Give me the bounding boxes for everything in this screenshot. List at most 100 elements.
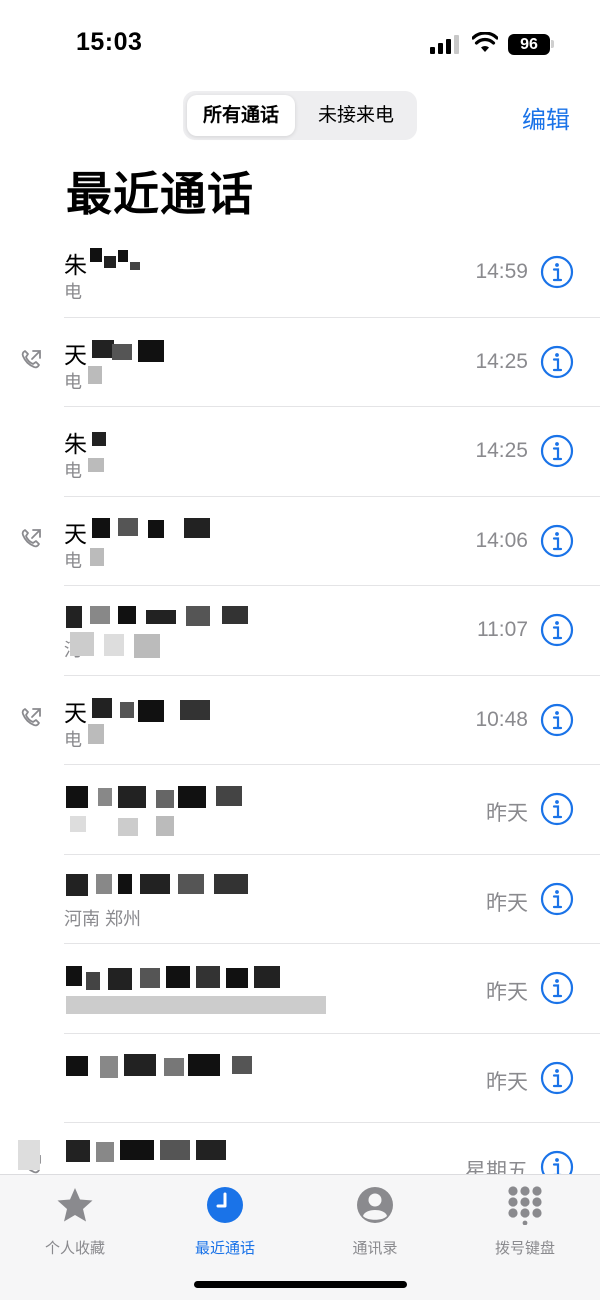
info-icon[interactable]	[540, 792, 574, 826]
redaction-block	[66, 1056, 88, 1076]
tab-contacts-label: 通讯录	[352, 1240, 398, 1257]
call-time: 10:48	[475, 707, 528, 731]
contact-detail: 电	[64, 282, 82, 302]
redaction-block	[90, 606, 110, 624]
info-icon[interactable]	[540, 971, 574, 1005]
redaction-block	[118, 818, 138, 836]
info-icon[interactable]	[540, 613, 574, 647]
redaction-block	[148, 520, 164, 538]
redaction-block	[70, 816, 86, 832]
redaction-block	[118, 250, 128, 262]
redaction-block	[118, 606, 136, 624]
info-icon[interactable]	[540, 703, 574, 737]
info-icon[interactable]	[540, 255, 574, 289]
redaction-block	[186, 606, 210, 626]
redaction-block	[104, 634, 124, 656]
contact-name: 天	[64, 341, 87, 368]
battery-cap	[551, 40, 554, 48]
redaction-block	[66, 966, 82, 986]
call-time: 14:59	[475, 260, 528, 283]
tab-recents[interactable]: 最近通话	[150, 1185, 300, 1265]
call-time: 昨天	[486, 891, 528, 915]
call-time: 昨天	[486, 981, 528, 1004]
tab-contacts[interactable]: 通讯录	[300, 1185, 450, 1265]
redaction-block	[140, 874, 170, 894]
call-row[interactable]: 河11:07	[0, 586, 600, 676]
clock-icon	[207, 1187, 243, 1223]
outgoing-call-icon	[21, 528, 41, 547]
redaction-block	[104, 256, 116, 268]
contact-name: 朱	[64, 431, 87, 457]
contact-name: 天	[64, 699, 87, 726]
info-icon[interactable]	[540, 434, 574, 468]
tab-favorites[interactable]: 个人收藏	[0, 1185, 150, 1265]
call-time: 14:25	[475, 439, 528, 462]
redaction-block	[92, 518, 110, 538]
redaction-block	[88, 724, 104, 744]
contact-name: 朱	[64, 252, 87, 278]
tab-recents-label: 最近通话	[194, 1240, 255, 1257]
status-bar: 15:03 96	[0, 0, 600, 88]
info-icon[interactable]	[540, 1061, 574, 1095]
redaction-block	[96, 874, 112, 894]
redaction-block	[90, 248, 102, 262]
redaction-block	[18, 1140, 40, 1170]
redaction-block	[188, 1054, 220, 1076]
wifi-icon	[472, 32, 498, 52]
redaction-block	[66, 1140, 90, 1162]
info-icon[interactable]	[540, 882, 574, 916]
contact-detail: 电	[64, 550, 82, 571]
redaction-block	[196, 1140, 226, 1160]
call-row[interactable]: 天电 10:48	[0, 676, 600, 766]
edit-button[interactable]: 编辑	[522, 100, 570, 135]
redaction-block	[130, 262, 140, 270]
info-icon[interactable]	[540, 524, 574, 558]
redaction-block	[70, 632, 94, 656]
call-row[interactable]: 天电 14:25	[0, 318, 600, 408]
redaction-block	[160, 1140, 190, 1160]
redaction-block	[216, 786, 242, 806]
info-icon[interactable]	[540, 345, 574, 379]
call-row[interactable]: 天电 14:06	[0, 497, 600, 587]
redaction-block	[120, 702, 134, 718]
redaction-block	[120, 1140, 154, 1160]
redaction-block	[96, 1142, 114, 1162]
redaction-block	[92, 432, 106, 446]
tab-missed-calls[interactable]: 未接来电	[301, 95, 411, 136]
redaction-block	[66, 996, 326, 1014]
redaction-block	[146, 610, 176, 624]
redaction-block	[138, 700, 164, 722]
tab-keypad[interactable]: 拨号键盘	[450, 1185, 600, 1265]
redaction-block	[88, 366, 102, 384]
person-icon	[357, 1187, 393, 1223]
redaction-block	[178, 786, 206, 808]
call-row[interactable]: 昨天	[0, 1034, 600, 1124]
redaction-block	[112, 344, 132, 360]
contact-name: 天	[64, 520, 87, 547]
redaction-block	[98, 788, 112, 806]
redaction-block	[226, 968, 248, 988]
call-time: 昨天	[486, 802, 528, 825]
redaction-block	[166, 966, 190, 988]
tab-all-calls[interactable]: 所有通话	[187, 95, 295, 136]
star-icon	[57, 1188, 93, 1222]
redaction-block	[118, 518, 138, 536]
redaction-block	[184, 518, 210, 538]
call-time: 14:06	[475, 528, 528, 552]
call-time: 14:25	[475, 349, 528, 373]
call-time: 昨天	[486, 1070, 528, 1094]
call-time: 11:07	[477, 618, 528, 641]
page-title: 最近通话	[66, 168, 254, 220]
call-row[interactable]: 朱电 14:59	[0, 228, 600, 318]
redaction-block	[232, 1056, 252, 1074]
home-indicator	[194, 1281, 407, 1288]
call-row[interactable]: 河南 郑州 昨天	[0, 855, 600, 945]
redaction-block	[214, 874, 248, 894]
call-row[interactable]: 昨天	[0, 765, 600, 855]
cellular-signal-icon	[430, 34, 460, 54]
redaction-block	[156, 790, 174, 808]
redaction-block	[196, 966, 220, 988]
battery-icon: 96	[508, 34, 550, 55]
call-row[interactable]: 朱电 14:25	[0, 407, 600, 497]
redaction-block	[92, 340, 114, 358]
